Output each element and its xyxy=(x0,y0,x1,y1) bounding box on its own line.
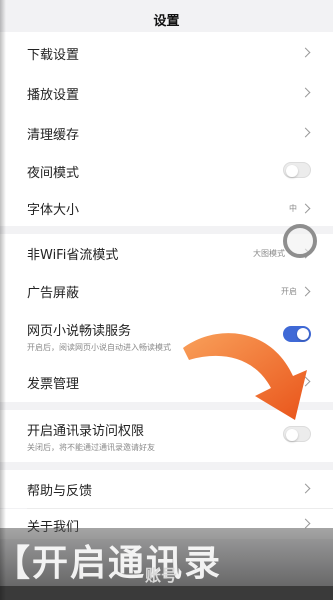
ad-block-value: 开启 xyxy=(281,287,297,296)
section-gap xyxy=(0,226,333,234)
page-title: 设置 xyxy=(153,14,180,29)
ad-block-item[interactable]: 广告屏蔽 开启 xyxy=(0,272,333,310)
touch-indicator xyxy=(283,224,317,258)
help-feedback-label: 帮助与反馈 xyxy=(27,484,93,499)
section-gap xyxy=(0,462,333,470)
chevron-right-icon xyxy=(300,87,311,98)
font-size-value: 中 xyxy=(289,204,297,213)
help-feedback-item[interactable]: 帮助与反馈 xyxy=(0,470,333,508)
playback-settings-item[interactable]: 播放设置 xyxy=(0,72,333,112)
playback-settings-label: 播放设置 xyxy=(27,88,80,103)
clear-cache-item[interactable]: 清理缓存 xyxy=(0,112,333,152)
font-size-item[interactable]: 字体大小 中 xyxy=(0,190,333,226)
toggle-knob xyxy=(286,165,298,177)
download-settings-label: 下载设置 xyxy=(27,48,80,63)
clear-cache-label: 清理缓存 xyxy=(27,128,80,143)
non-wifi-saver-value: 大图模式 xyxy=(253,249,285,258)
web-novel-desc: 开启后，阅读网页小说自动进入畅读模式 xyxy=(27,343,171,352)
download-settings-item[interactable]: 下载设置 xyxy=(0,32,333,72)
ad-block-label: 广告屏蔽 xyxy=(27,286,80,301)
chevron-right-icon xyxy=(300,47,311,58)
chevron-right-icon xyxy=(300,286,311,297)
contacts-permission-label: 开启通讯录访问权限 xyxy=(27,424,145,439)
invoice-management-label: 发票管理 xyxy=(27,377,80,392)
night-mode-item: 夜间模式 xyxy=(0,152,333,190)
contacts-permission-desc: 关闭后，将不能通过通讯录邀请好友 xyxy=(27,443,155,452)
chevron-right-icon xyxy=(300,518,311,529)
bottom-strip xyxy=(0,586,333,600)
annotation-arrow-icon xyxy=(183,333,307,420)
edge-shadow xyxy=(0,0,6,600)
non-wifi-saver-label: 非WiFi省流模式 xyxy=(27,248,119,263)
font-size-label: 字体大小 xyxy=(27,203,80,218)
web-novel-label: 网页小说畅读服务 xyxy=(27,324,132,339)
night-mode-toggle[interactable] xyxy=(283,162,311,178)
toggle-knob xyxy=(286,429,298,441)
chevron-right-icon xyxy=(300,203,311,214)
caption-text: 【开启通讯录 xyxy=(0,543,223,584)
chevron-right-icon xyxy=(300,483,311,494)
caption-sub: 账号 xyxy=(145,566,178,585)
chevron-right-icon xyxy=(300,127,311,138)
night-mode-label: 夜间模式 xyxy=(27,166,80,181)
